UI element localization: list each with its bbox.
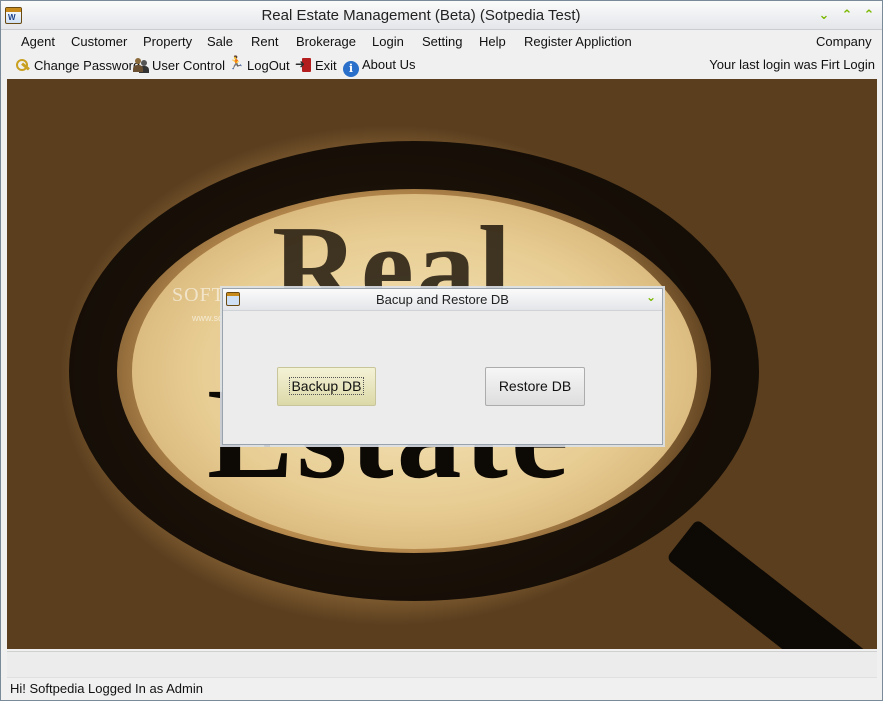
- menu-register-application[interactable]: Register Appliction: [524, 34, 632, 49]
- dialog-title: Bacup and Restore DB: [376, 292, 509, 307]
- dialog-collapse-icon[interactable]: ⌄: [646, 290, 656, 304]
- status-strip: [7, 651, 877, 677]
- backup-db-button[interactable]: Backup DB: [277, 367, 376, 406]
- running-man-icon: [228, 55, 244, 73]
- minimize-icon[interactable]: ⌄: [814, 5, 834, 25]
- change-password-button[interactable]: Change Password: [15, 57, 140, 75]
- menu-bar: Agent Customer Property Sale Rent Broker…: [7, 31, 877, 53]
- dialog-body: Backup DB Restore DB: [223, 312, 662, 444]
- window-title: Real Estate Management (Beta) (Sotpedia …: [261, 7, 581, 24]
- info-icon: i: [343, 61, 359, 77]
- menu-setting[interactable]: Setting: [422, 34, 462, 49]
- restore-icon[interactable]: ⌃: [837, 5, 857, 25]
- menu-help[interactable]: Help: [479, 34, 506, 49]
- status-login-text: Hi! Softpedia Logged In as Admin: [10, 681, 203, 696]
- last-login-text: Your last login was Firt Login: [709, 57, 875, 72]
- title-bar[interactable]: W Real Estate Management (Beta) (Sotpedi…: [1, 1, 882, 30]
- menu-sale[interactable]: Sale: [207, 34, 233, 49]
- logout-button[interactable]: LogOut: [228, 55, 290, 75]
- menu-property[interactable]: Property: [143, 34, 192, 49]
- backup-restore-dialog: Bacup and Restore DB ⌄ Backup DB Restore…: [222, 288, 663, 445]
- menu-login[interactable]: Login: [372, 34, 404, 49]
- exit-button[interactable]: Exit: [295, 57, 337, 75]
- restore-db-button[interactable]: Restore DB: [485, 367, 585, 406]
- menu-brokerage[interactable]: Brokerage: [296, 34, 356, 49]
- toolbar: Change Password User Control LogOut Exit…: [7, 54, 877, 78]
- main-window: W Real Estate Management (Beta) (Sotpedi…: [0, 0, 883, 701]
- maximize-icon[interactable]: ⌃: [859, 5, 879, 25]
- magnifier-handle: [666, 519, 877, 649]
- user-control-button[interactable]: User Control: [133, 57, 225, 75]
- menu-rent[interactable]: Rent: [251, 34, 278, 49]
- menu-company[interactable]: Company: [816, 34, 872, 49]
- about-us-button[interactable]: i About Us: [343, 57, 415, 77]
- menu-agent[interactable]: Agent: [21, 34, 55, 49]
- dialog-title-bar[interactable]: Bacup and Restore DB ⌄: [223, 289, 662, 311]
- status-bar: Hi! Softpedia Logged In as Admin: [7, 677, 877, 699]
- menu-customer[interactable]: Customer: [71, 34, 127, 49]
- key-icon: [15, 57, 31, 73]
- users-icon: [133, 57, 149, 73]
- exit-door-icon: [295, 57, 312, 73]
